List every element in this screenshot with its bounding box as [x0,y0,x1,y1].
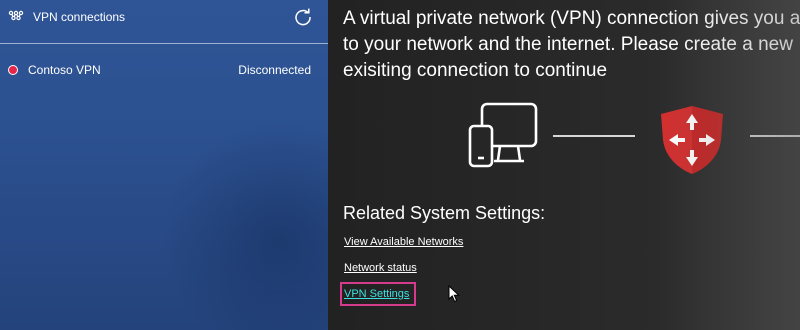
intro-line: exisiting connection to continue [343,60,608,81]
devices-icon [468,102,540,168]
intro-line: A virtual private network (VPN) connecti… [343,8,800,29]
diagram-connector [750,135,800,137]
vpn-connection-name: Contoso VPN [28,63,101,77]
refresh-button[interactable] [292,6,314,28]
vpn-settings-link[interactable]: VPN Settings [344,288,409,300]
vpn-info-panel: A virtual private network (VPN) connecti… [328,0,800,330]
network-status-link[interactable]: Network status [344,262,417,274]
vpn-flyout-title: VPN connections [33,10,126,24]
diagram-connector [553,135,635,137]
vpn-network-icon [8,9,24,25]
vpn-connection-item[interactable]: Contoso VPN Disconnected [0,54,328,86]
header-divider [0,43,328,44]
vpn-flyout-panel: VPN connections Contoso VPN Disconnected [0,0,328,330]
mouse-pointer-icon [448,284,460,303]
refresh-icon [295,8,311,26]
vpn-connection-status: Disconnected [238,63,311,77]
related-settings-heading: Related System Settings: [343,203,546,223]
app-window: VPN connections Contoso VPN Disconnected… [0,0,800,330]
view-available-networks-link[interactable]: View Available Networks [344,236,463,248]
vpn-flyout-header: VPN connections [0,0,328,40]
vpn-shield-icon [659,104,725,176]
disconnected-status-icon [8,65,18,75]
intro-line: to your network and the internet. Please… [343,34,793,55]
vpn-intro-text: A virtual private network (VPN) connecti… [343,6,800,84]
